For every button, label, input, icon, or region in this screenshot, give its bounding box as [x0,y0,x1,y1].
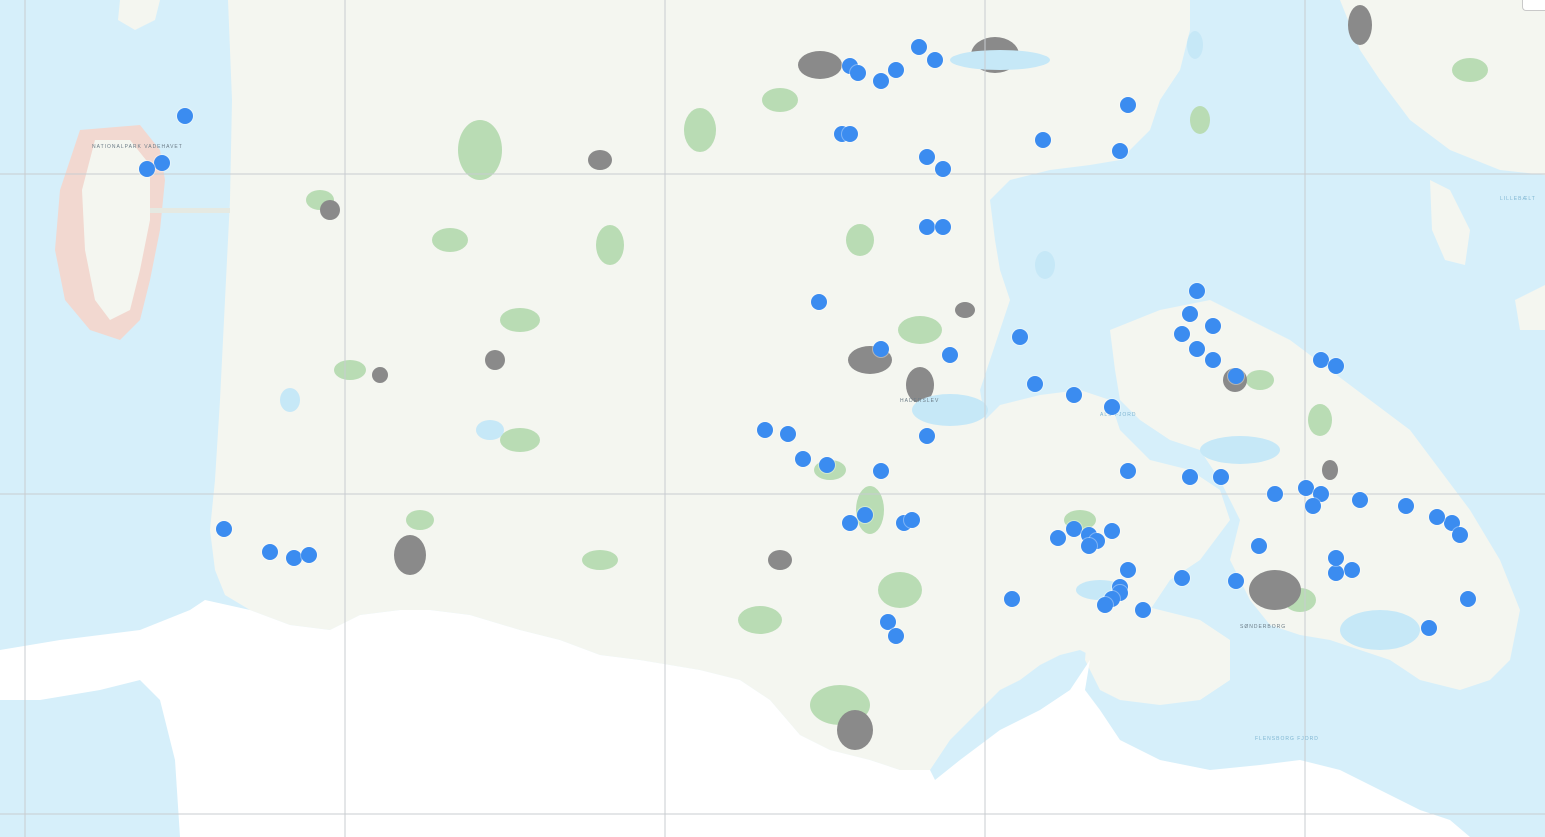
map-marker[interactable] [934,160,951,177]
map-marker[interactable] [926,52,943,69]
map-marker[interactable] [872,340,889,357]
map-marker[interactable] [942,346,959,363]
map-marker[interactable] [1351,491,1368,508]
map-marker[interactable] [1096,596,1113,613]
map-marker[interactable] [872,462,889,479]
map-marker[interactable] [1011,329,1028,346]
map-marker[interactable] [872,73,889,90]
label-island-north: NATIONALPARK VADEHAVET [92,144,183,150]
map-marker[interactable] [1212,468,1229,485]
map-marker[interactable] [216,520,232,537]
label-sea-haderslev: HADERSLEV [900,398,939,404]
map-marker[interactable] [810,294,827,311]
map-marker[interactable] [1034,131,1051,148]
map-marker[interactable] [934,218,951,235]
map-marker[interactable] [1189,282,1206,299]
map-marker[interactable] [1119,561,1136,578]
map-marker[interactable] [919,148,935,165]
map-marker[interactable] [841,515,858,532]
map-view[interactable]: NATIONALPARK VADEHAVET FLENSBORG FJORD S… [0,0,1545,837]
map-marker[interactable] [849,65,866,82]
map-marker[interactable] [1266,486,1283,503]
map-marker[interactable] [1004,590,1020,607]
map-marker[interactable] [818,457,835,473]
map-marker[interactable] [1398,497,1414,514]
map-marker[interactable] [1204,317,1221,334]
map-marker[interactable] [1027,375,1044,392]
map-marker[interactable] [1452,526,1468,543]
map-basemap: NATIONALPARK VADEHAVET FLENSBORG FJORD S… [0,0,1545,837]
map-marker[interactable] [1189,340,1206,357]
map-marker[interactable] [756,422,773,439]
map-marker[interactable] [1228,367,1244,384]
map-marker[interactable] [1343,561,1360,578]
map-marker[interactable] [285,550,302,566]
map-control[interactable] [1522,0,1545,11]
map-marker[interactable] [1305,497,1322,514]
map-marker[interactable] [1297,480,1314,497]
map-marker[interactable] [841,125,858,142]
label-sea-right: LILLEBÆLT [1500,196,1536,202]
map-marker[interactable] [1065,520,1082,537]
map-marker[interactable] [888,61,905,78]
label-fjord-flensburg: FLENSBORG FJORD [1255,736,1319,742]
map-marker[interactable] [919,218,935,235]
romo-dam [150,208,230,213]
map-marker[interactable] [1181,468,1198,485]
map-marker[interactable] [1173,569,1190,586]
map-marker[interactable] [301,546,317,563]
map-marker[interactable] [888,627,905,644]
label-city-sonderborg: SØNDERBORG [1240,624,1286,630]
map-marker[interactable] [154,154,171,171]
label-sea-als: ALS FJORD [1100,412,1137,418]
map-marker[interactable] [1181,305,1198,322]
map-marker[interactable] [1459,590,1476,607]
map-marker[interactable] [903,511,920,528]
map-marker[interactable] [1119,96,1136,113]
map-marker[interactable] [1421,619,1438,636]
map-marker[interactable] [1065,387,1082,404]
map-marker[interactable] [911,38,928,55]
map-marker[interactable] [919,427,935,444]
map-marker[interactable] [138,160,155,177]
map-marker[interactable] [780,425,796,442]
map-marker[interactable] [1173,325,1190,342]
map-marker[interactable] [1119,462,1136,479]
